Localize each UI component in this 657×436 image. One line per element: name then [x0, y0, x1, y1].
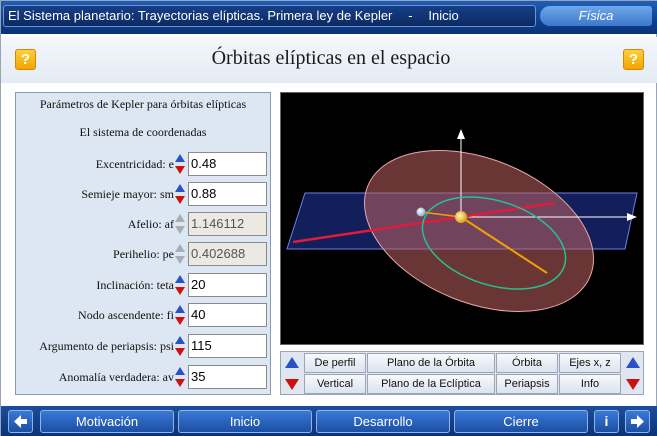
semimajor-axis-input[interactable]: 0.88 — [188, 182, 267, 206]
eccentricity-input[interactable]: 0.48 — [188, 152, 267, 176]
view-controls: De perfil Plano de la Órbita Órbita Ejes… — [280, 351, 644, 395]
kepler-parameters-panel: Parámetros de Kepler para órbitas elípti… — [15, 92, 271, 395]
param-row-aphelion: Afelio: af 1.146112 — [16, 211, 270, 237]
view-up-icon[interactable] — [285, 357, 299, 368]
true-anomaly-stepper[interactable] — [174, 364, 186, 390]
param-label: Perihelio: pe — [113, 247, 174, 261]
info-button[interactable]: Info — [559, 374, 621, 394]
back-button[interactable] — [8, 410, 33, 433]
nav-motivacion[interactable]: Motivación — [40, 410, 174, 433]
param-label: Inclinación: teta — [96, 278, 174, 292]
window-title: El Sistema planetario: Trayectorias elíp… — [3, 5, 536, 27]
decrement-icon[interactable] — [175, 348, 185, 356]
true-anomaly-input[interactable]: 35 — [188, 365, 267, 389]
forward-button[interactable] — [625, 410, 650, 433]
semimajor-axis-stepper[interactable] — [174, 181, 186, 207]
param-row-eccentricity: Excentricidad: e 0.48 — [16, 151, 270, 177]
decrement-icon[interactable] — [175, 379, 185, 387]
page-title: Órbitas elípticas en el espacio — [211, 47, 451, 69]
argument-periapsis-stepper[interactable] — [174, 333, 186, 359]
panel-heading: Parámetros de Kepler para órbitas elípti… — [39, 97, 247, 111]
ascending-node-input[interactable]: 40 — [188, 303, 267, 327]
param-label: Anomalía verdadera: av — [58, 370, 174, 384]
orbit-plane — [364, 150, 594, 312]
increment-icon[interactable] — [175, 154, 185, 162]
aphelion-stepper — [174, 211, 186, 237]
nav-inicio[interactable]: Inicio — [178, 410, 312, 433]
param-label: Argumento de periapsis: psi — [39, 339, 174, 353]
inclination-input[interactable]: 20 — [188, 273, 267, 297]
param-label: Nodo ascendente: fi — [78, 308, 174, 322]
title-separator: - — [408, 8, 413, 23]
nav-desarrollo[interactable]: Desarrollo — [316, 410, 450, 433]
arrow-left-icon — [14, 415, 27, 428]
param-label: Afelio: af — [127, 217, 174, 231]
axes-button[interactable]: Ejes x, z — [559, 353, 621, 373]
profile-view-button[interactable]: De perfil — [304, 353, 366, 373]
app-window: El Sistema planetario: Trayectorias elíp… — [0, 0, 657, 436]
increment-icon[interactable] — [175, 336, 185, 344]
increment-icon — [175, 244, 185, 252]
decrement-icon[interactable] — [175, 317, 185, 325]
orbit-plane-button[interactable]: Plano de la Órbita — [367, 353, 495, 373]
decrement-icon — [175, 256, 185, 264]
eccentricity-stepper[interactable] — [174, 151, 186, 177]
aphelion-value: 1.146112 — [188, 212, 267, 236]
increment-icon — [175, 214, 185, 222]
help-button-left[interactable]: ? — [15, 49, 36, 70]
arrow-right-icon — [631, 415, 644, 428]
decrement-icon[interactable] — [175, 196, 185, 204]
subject-badge: Física — [540, 6, 652, 26]
decrement-icon[interactable] — [175, 287, 185, 295]
scroll-down-icon[interactable] — [626, 379, 640, 390]
window-title-text: El Sistema planetario: Trayectorias elíp… — [8, 8, 393, 23]
vertical-axis-arrow — [457, 129, 465, 139]
param-row-true-anomaly: Anomalía verdadera: av 35 — [16, 364, 270, 390]
param-row-inclination: Inclinación: teta 20 — [16, 272, 270, 298]
sun-icon — [455, 211, 467, 223]
periapsis-button[interactable]: Periapsis — [496, 374, 558, 394]
window-section: Inicio — [428, 8, 459, 23]
ecliptic-plane-button[interactable]: Plano de la Eclíptica — [367, 374, 495, 394]
orbit-3d-view[interactable] — [280, 92, 644, 345]
title-bar: El Sistema planetario: Trayectorias elíp… — [1, 1, 657, 34]
decrement-icon — [175, 226, 185, 234]
increment-icon[interactable] — [175, 367, 185, 375]
param-label: Excentricidad: e — [95, 157, 174, 171]
perihelion-value: 0.402688 — [188, 242, 267, 266]
param-row-perihelion: Perihelio: pe 0.402688 — [16, 241, 270, 267]
panel-subheading: El sistema de coordenadas — [79, 125, 207, 139]
param-label: Semieje mayor: sm — [81, 187, 174, 201]
orbit-button[interactable]: Órbita — [496, 353, 558, 373]
increment-icon[interactable] — [175, 275, 185, 283]
decrement-icon[interactable] — [175, 166, 185, 174]
help-button-right[interactable]: ? — [623, 49, 644, 70]
view-down-icon[interactable] — [285, 379, 299, 390]
increment-icon[interactable] — [175, 305, 185, 313]
info-nav-button[interactable]: i — [594, 410, 619, 433]
increment-icon[interactable] — [175, 184, 185, 192]
argument-periapsis-input[interactable]: 115 — [188, 334, 267, 358]
planet-icon[interactable] — [416, 207, 426, 217]
param-row-semimajor-axis: Semieje mayor: sm 0.88 — [16, 181, 270, 207]
nav-cierre[interactable]: Cierre — [454, 410, 588, 433]
orbit-scene-svg — [286, 129, 638, 312]
param-row-argument-periapsis: Argumento de periapsis: psi 115 — [16, 333, 270, 359]
vertical-view-button[interactable]: Vertical — [304, 374, 366, 394]
perihelion-stepper — [174, 241, 186, 267]
inclination-stepper[interactable] — [174, 272, 186, 298]
scroll-up-icon[interactable] — [626, 357, 640, 368]
ascending-node-stepper[interactable] — [174, 302, 186, 328]
param-row-ascending-node: Nodo ascendente: fi 40 — [16, 302, 270, 328]
footer-nav: Motivación Inicio Desarrollo Cierre i — [1, 406, 657, 436]
